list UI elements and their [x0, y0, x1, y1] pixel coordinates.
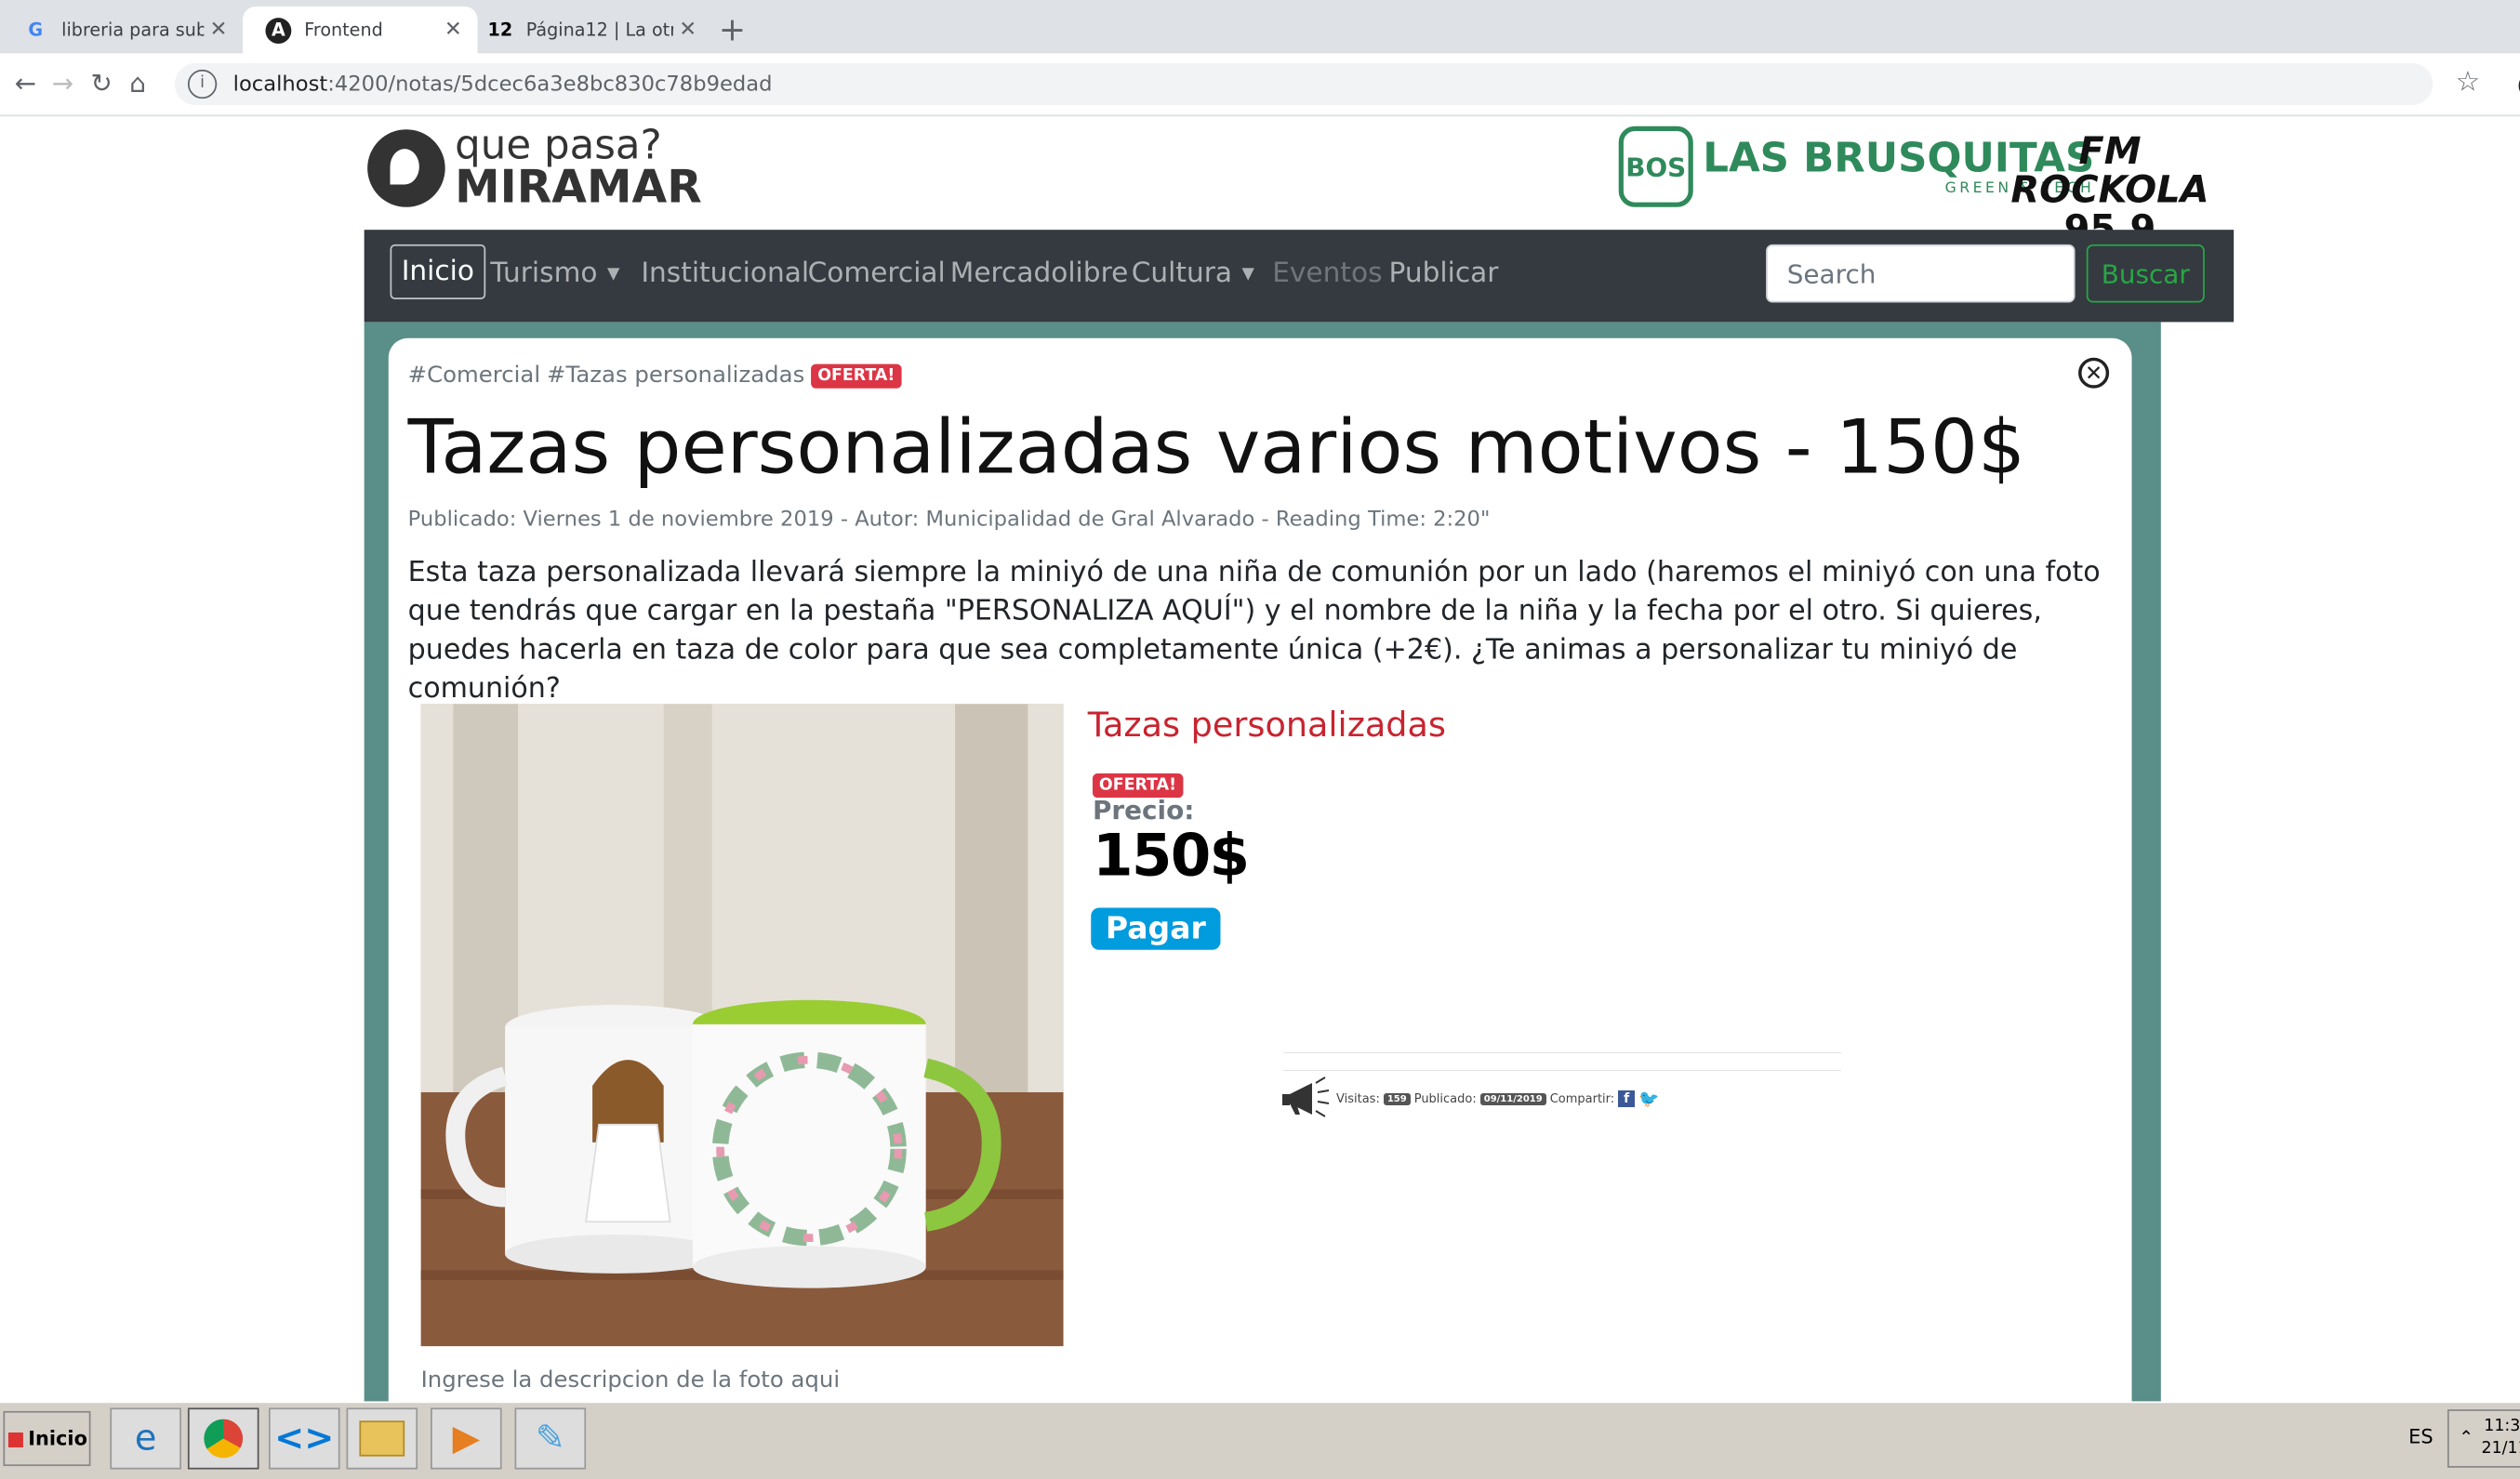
start-label: Inicio — [28, 1427, 87, 1450]
article-body: Esta taza personalizada llevará siempre … — [407, 556, 2101, 706]
tab-google[interactable]: G libreria para subir archovos angular ✕ — [0, 7, 243, 53]
nav-eventos: Eventos — [1272, 257, 1383, 290]
clock-time: 11:39 p.m. — [2484, 1417, 2520, 1436]
language-indicator[interactable]: ES — [2408, 1426, 2433, 1448]
published-label: Publicado: — [1413, 1091, 1477, 1106]
tag-comercial[interactable]: #Comercial — [408, 363, 540, 389]
forward-arrow-icon[interactable]: → — [52, 68, 73, 99]
product-title: Tazas personalizadas — [1087, 705, 1446, 745]
taskbar-ie-icon[interactable]: e — [110, 1407, 181, 1470]
site-header: que pasa? MIRAMAR BOS LAS BRUSQUITAS GRE… — [365, 116, 2235, 288]
browser-toolbar: ← → ↻ ⌂ i localhost:4200/notas/5dcec6a3e… — [0, 53, 2520, 117]
search-input[interactable]: Search — [1766, 244, 2076, 303]
photo-caption: Ingrese la descripcion de la foto aqui — [420, 1367, 841, 1393]
site-logo[interactable]: que pasa? MIRAMAR — [367, 121, 702, 214]
taskbar-paint-icon[interactable]: ✎ — [514, 1407, 587, 1470]
url-host: localhost — [232, 72, 328, 97]
taskbar-vscode-icon[interactable]: <> — [268, 1407, 340, 1470]
article-title: Tazas personalizadas varios motivos - 15… — [407, 403, 2025, 491]
start-button[interactable]: ■ Inicio — [3, 1410, 91, 1467]
main-navbar: Inicio Turismo ▼ Institucional Comercial … — [364, 230, 2235, 323]
caret-down-icon: ▼ — [606, 264, 620, 283]
search-button[interactable]: Buscar — [2086, 244, 2205, 303]
nav-publicar[interactable]: Publicar — [1389, 258, 1499, 290]
price-label: Precio: — [1092, 794, 1195, 825]
logo-line2: MIRAMAR — [455, 160, 702, 214]
article-tags: #Comercial #Tazas personalizadas OFERTA! — [408, 363, 909, 389]
os-taskbar: ■Inicio e <> ▶ ✎ ES ⌃ 11:39 p.m. 21/11/2… — [0, 1401, 2520, 1479]
product-price: 150$ — [1092, 824, 1250, 891]
visits-label: Visitas: — [1336, 1091, 1380, 1106]
page-viewport: que pasa? MIRAMAR BOS LAS BRUSQUITAS GRE… — [0, 116, 2520, 1402]
twitter-icon[interactable]: 🐦 — [1638, 1089, 1659, 1109]
tab-title: libreria para subir archovos angular — [61, 19, 204, 41]
facebook-icon[interactable]: f — [1618, 1090, 1636, 1107]
published-date: 09/11/2019 — [1479, 1092, 1546, 1105]
windows-logo-icon: ■ — [7, 1427, 25, 1450]
nav-mercadolibre[interactable]: Mercadolibre — [950, 258, 1129, 290]
caret-down-icon: ▼ — [1241, 264, 1254, 283]
share-label: Compartir: — [1549, 1091, 1615, 1106]
close-icon[interactable]: ✕ — [2078, 357, 2110, 389]
megaphone-icon — [1282, 1076, 1330, 1117]
pay-button[interactable]: Pagar — [1091, 907, 1221, 950]
close-tab-icon[interactable]: ✕ — [439, 18, 468, 42]
offer-badge: OFERTA! — [811, 363, 902, 388]
nav-cultura[interactable]: Cultura ▼ — [1132, 258, 1254, 290]
share-bar: Visitas: 159 Publicado: 09/11/2019 Compa… — [1280, 1071, 1660, 1127]
reload-icon[interactable]: ↻ — [90, 68, 112, 99]
google-icon: G — [28, 19, 44, 41]
taskbar-explorer-icon[interactable] — [346, 1407, 418, 1470]
home-icon[interactable]: ⌂ — [129, 68, 146, 99]
angular-icon: A — [265, 17, 292, 44]
article-meta: Publicado: Viernes 1 de noviembre 2019 -… — [407, 508, 1491, 533]
product-photo — [420, 704, 1064, 1347]
nav-inicio[interactable]: Inicio — [390, 244, 486, 300]
tag-tazas[interactable]: #Tazas personalizadas — [547, 363, 804, 389]
nav-comercial[interactable]: Comercial — [808, 258, 946, 290]
taskbar-chrome-icon[interactable] — [187, 1407, 259, 1470]
info-icon[interactable]: i — [187, 69, 218, 99]
tab-pagina12[interactable]: 12 Página12 | La otra mirada ✕ — [478, 7, 712, 53]
system-tray: ⌃ 11:39 p.m. 21/11/2019 — [2447, 1409, 2520, 1468]
modal-backdrop: ✕ #Comercial #Tazas personalizadas OFERT… — [364, 322, 2161, 1402]
pagina12-icon: 12 — [487, 19, 513, 41]
clock[interactable]: 11:39 p.m. 21/11/2019 — [2481, 1416, 2520, 1461]
nav-label: Turismo — [490, 257, 598, 290]
sponsor2-line1: FM ROCKOLA — [2010, 130, 2209, 213]
close-tab-icon[interactable]: ✕ — [204, 18, 232, 42]
tab-title: Frontend — [304, 19, 383, 41]
clock-date: 21/11/2019 — [2481, 1440, 2520, 1459]
mugs-illustration — [420, 704, 1064, 1347]
tab-title: Página12 | La otra mirada — [525, 19, 673, 41]
bookmark-star-icon[interactable]: ☆ — [2456, 66, 2481, 99]
footer-divider — [1283, 1052, 1841, 1053]
nav-turismo[interactable]: Turismo ▼ — [490, 258, 619, 290]
nav-label: Cultura — [1131, 257, 1233, 290]
address-bar[interactable]: i localhost:4200/notas/5dcec6a3e8bc830c7… — [174, 62, 2434, 106]
browser-tab-strip: G libreria para subir archovos angular ✕… — [0, 0, 2520, 54]
tab-frontend[interactable]: A Frontend ✕ — [243, 6, 478, 54]
logo-line1: que pasa? — [455, 121, 662, 169]
bos-logo-icon: BOS — [1618, 125, 1693, 207]
close-tab-icon[interactable]: ✕ — [673, 18, 702, 42]
visits-count: 159 — [1383, 1092, 1411, 1105]
tray-arrow-icon[interactable]: ⌃ — [2459, 1427, 2474, 1448]
nav-institucional[interactable]: Institucional — [641, 258, 809, 290]
back-arrow-icon[interactable]: ← — [15, 68, 36, 99]
taskbar-media-icon[interactable]: ▶ — [431, 1407, 502, 1470]
article-card: ✕ #Comercial #Tazas personalizadas OFERT… — [388, 337, 2132, 1402]
new-tab-button[interactable]: + — [719, 9, 746, 48]
url-path: :4200/notas/5dcec6a3e8bc830c78b9edad — [327, 72, 773, 97]
logo-mark-icon — [367, 129, 445, 207]
